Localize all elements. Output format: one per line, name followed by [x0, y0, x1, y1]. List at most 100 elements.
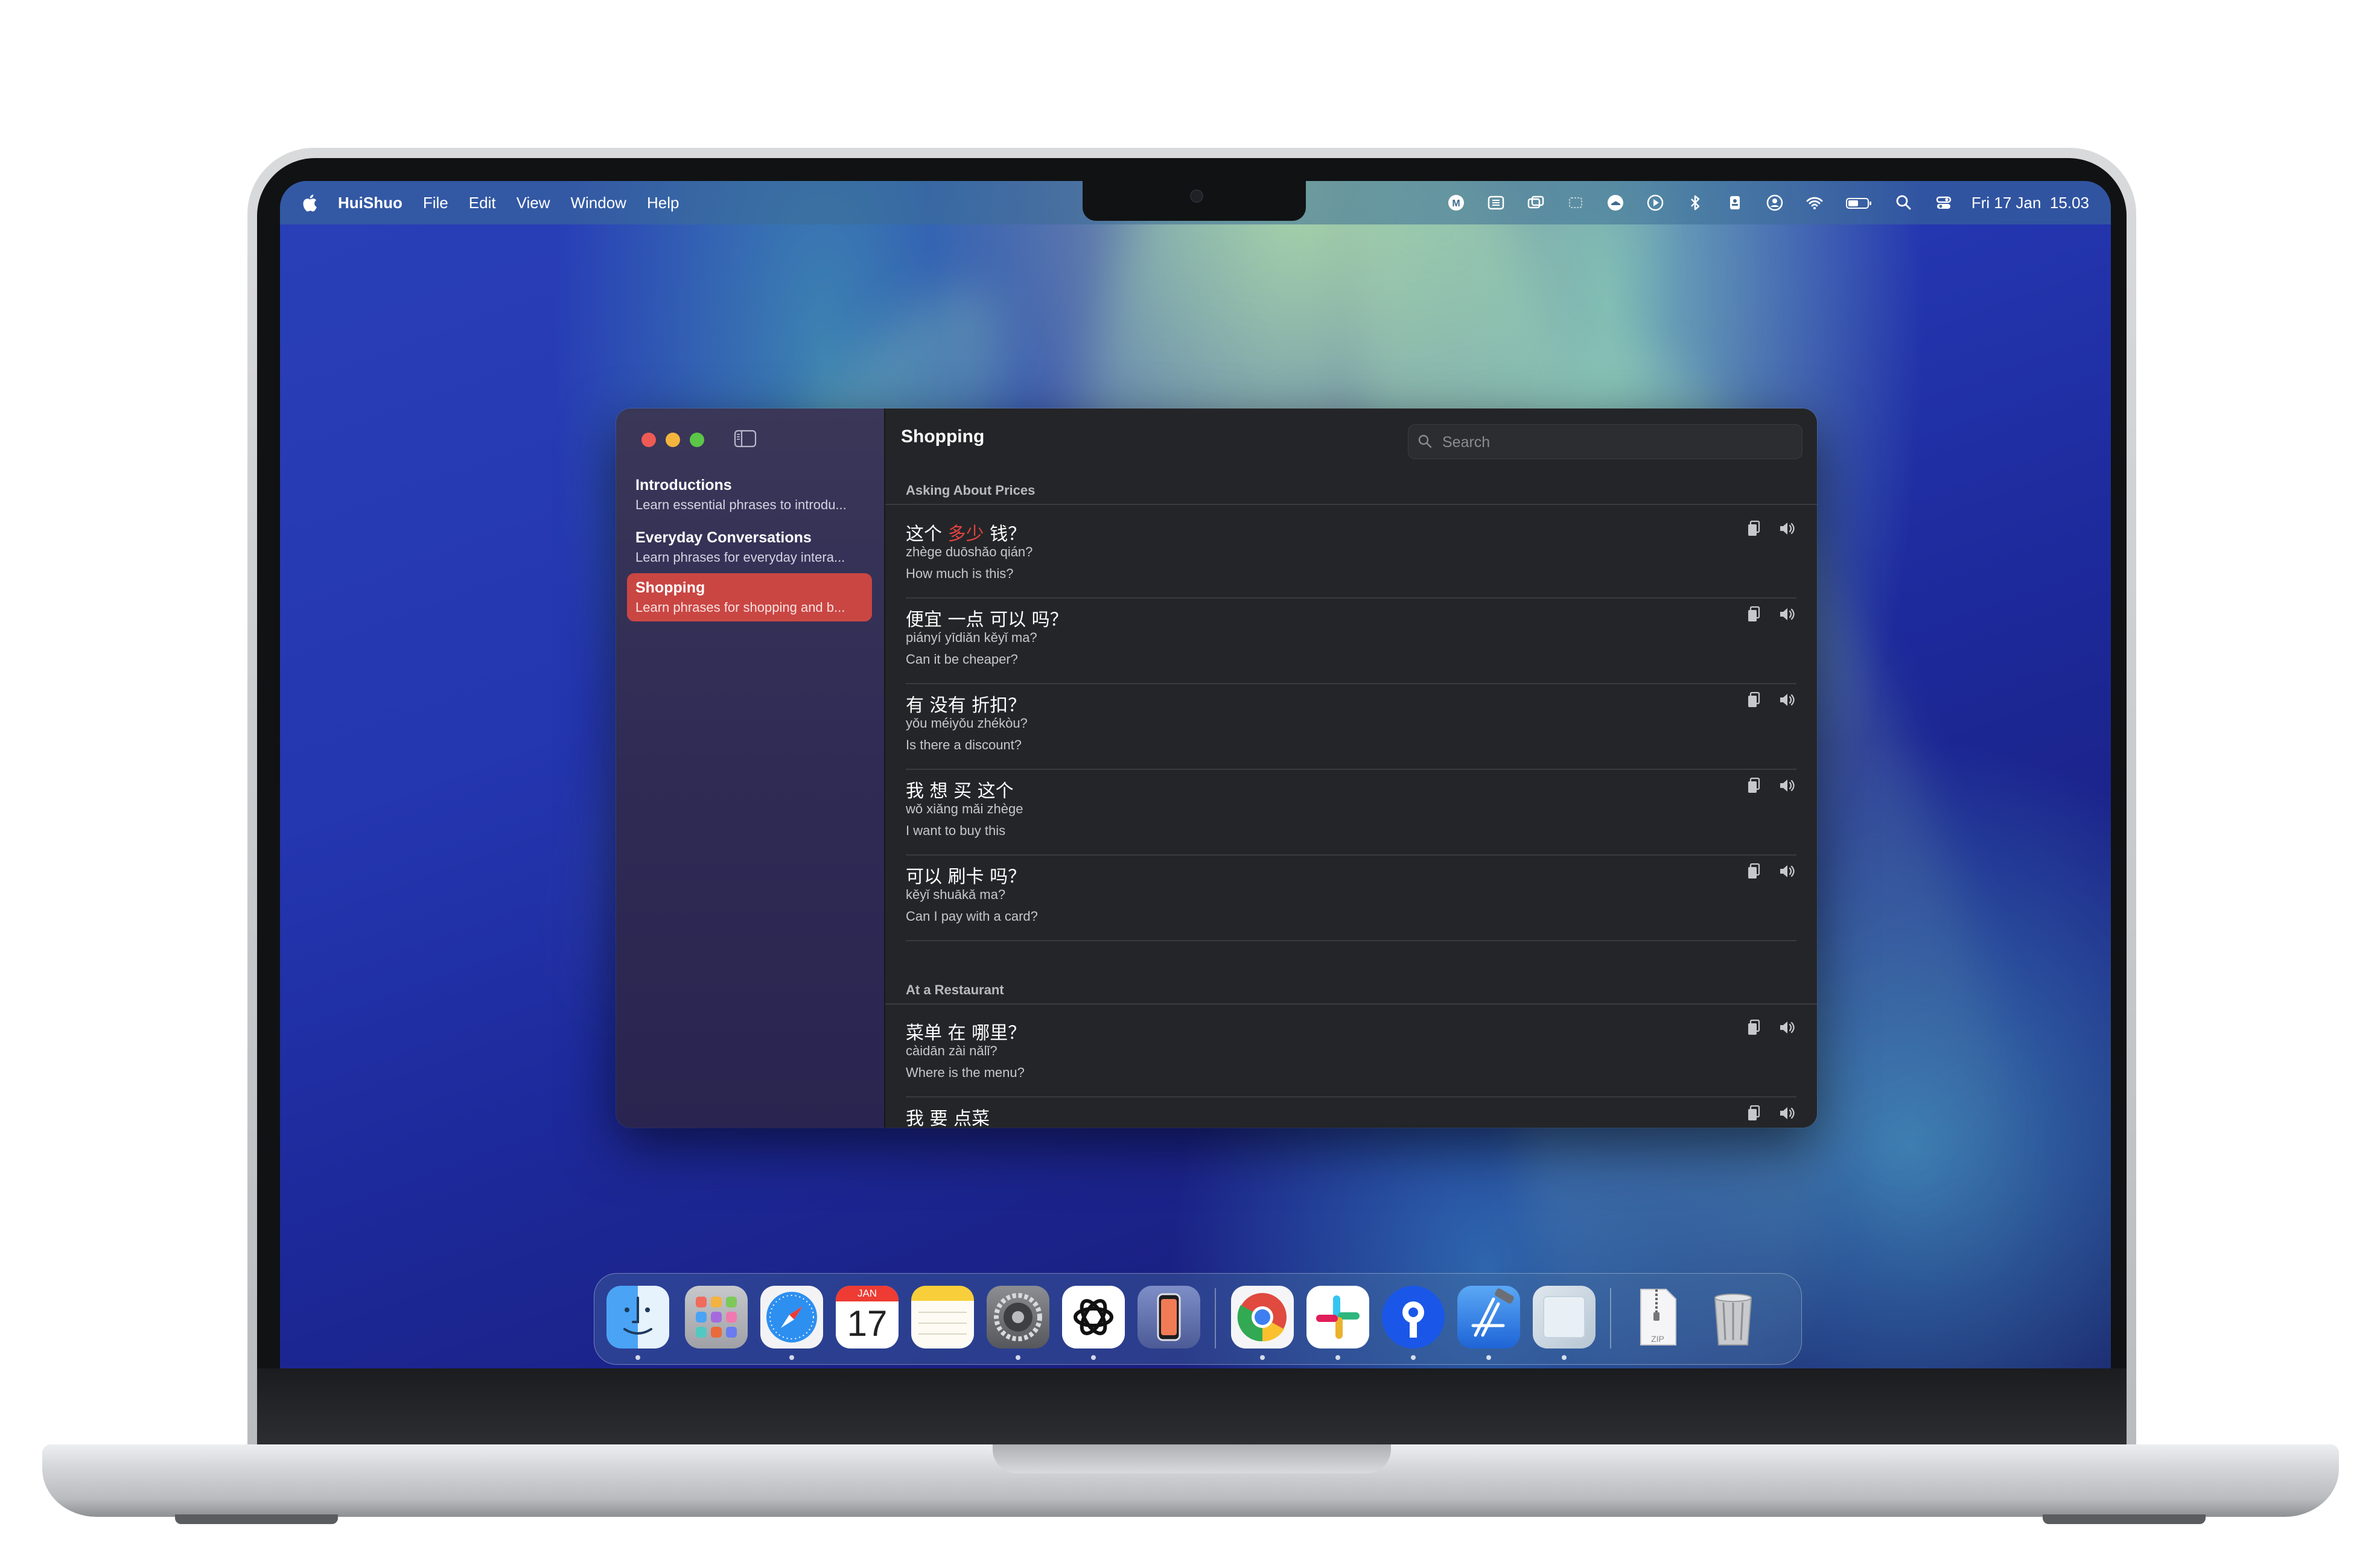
preview-icon[interactable] — [1533, 1286, 1596, 1348]
running-indicator — [1091, 1355, 1096, 1360]
speaker-icon[interactable] — [1777, 862, 1796, 881]
search-input[interactable] — [1441, 430, 1793, 455]
running-indicator — [1562, 1355, 1567, 1360]
phrase-english: Where is the menu? — [906, 1065, 1025, 1080]
phrase-pinyin: piányí yīdiǎn kěyǐ ma? — [906, 630, 1037, 645]
sidebar-item-title: Shopping — [635, 579, 705, 596]
menu-help[interactable]: Help — [647, 194, 679, 212]
speaker-icon[interactable] — [1777, 1104, 1796, 1123]
safari-icon[interactable] — [760, 1286, 823, 1348]
hanzi-highlight: 多少 — [947, 524, 984, 545]
copy-icon[interactable] — [1745, 1104, 1764, 1123]
phrase-actions — [1745, 605, 1796, 624]
hanzi-text: 我 要 点菜 — [906, 1108, 990, 1128]
phrase-english: How much is this? — [906, 566, 1014, 581]
zip-label: ZIP — [1651, 1334, 1664, 1344]
menu-window[interactable]: Window — [570, 194, 626, 212]
copy-icon[interactable] — [1745, 1018, 1764, 1037]
menu-app-name[interactable]: HuiShuo — [338, 194, 402, 212]
xcode-icon[interactable] — [1457, 1286, 1520, 1348]
running-indicator — [1411, 1355, 1416, 1360]
phrase-row[interactable]: 菜单 在 哪里？ càidān zài nǎlǐ? Where is the m… — [906, 1018, 1796, 1104]
phrase-hanzi: 可以 刷卡 吗？ — [906, 862, 1026, 888]
phrase-pinyin: kěyǐ shuākǎ ma? — [906, 887, 1006, 902]
menu-file[interactable]: File — [423, 194, 448, 212]
speaker-icon[interactable] — [1777, 690, 1796, 710]
copy-icon[interactable] — [1745, 519, 1764, 538]
status-cloud-icon[interactable] — [1603, 191, 1628, 215]
speaker-icon[interactable] — [1777, 519, 1796, 538]
phrase-hanzi: 我 想 买 这个 — [906, 776, 1014, 802]
sidebar-item-introductions[interactable]: Introductions Learn essential phrases to… — [627, 471, 872, 519]
sidebar-item-everyday-conversations[interactable]: Everyday Conversations Learn phrases for… — [627, 523, 872, 571]
close-window-button[interactable] — [641, 433, 656, 447]
speaker-icon[interactable] — [1777, 1018, 1796, 1037]
phrase-row[interactable]: 我 想 买 这个 wǒ xiǎng mǎi zhège I want to bu… — [906, 776, 1796, 862]
phrase-row[interactable]: 有 没有 折扣？ yǒu méiyǒu zhékòu? Is there a d… — [906, 690, 1796, 776]
desktop-screen: HuiShuo File Edit View Window Help M Fri… — [280, 181, 2111, 1368]
wifi-icon[interactable] — [1802, 191, 1827, 215]
dock: JAN 17 ZIP — [594, 1273, 1802, 1365]
menu-view[interactable]: View — [517, 194, 550, 212]
phrase-row[interactable]: 便宜 一点 可以 吗？ piányí yīdiǎn kěyǐ ma? Can i… — [906, 605, 1796, 690]
apple-menu-icon[interactable] — [302, 194, 317, 212]
status-m-icon[interactable]: M — [1444, 191, 1468, 215]
menu-bar-clock[interactable]: Fri 17 Jan 15.03 — [1971, 194, 2089, 212]
slack-icon[interactable] — [1306, 1286, 1369, 1348]
zoom-window-button[interactable] — [690, 433, 704, 447]
minimize-window-button[interactable] — [666, 433, 680, 447]
iphone-mirroring-icon[interactable] — [1138, 1286, 1200, 1348]
row-divider — [906, 854, 1796, 856]
sidebar-item-shopping[interactable]: Shopping Learn phrases for shopping and … — [627, 573, 872, 621]
phrase-actions — [1745, 776, 1796, 795]
phrase-hanzi: 这个 多少 钱？ — [906, 519, 1026, 545]
battery-icon[interactable] — [1842, 191, 1876, 215]
chrome-icon[interactable] — [1231, 1286, 1294, 1348]
copy-icon[interactable] — [1745, 690, 1764, 710]
copy-icon[interactable] — [1745, 605, 1764, 624]
running-indicator — [1016, 1355, 1020, 1360]
phrase-actions — [1745, 1104, 1796, 1123]
hanzi-text: 可以 刷卡 吗？ — [906, 866, 1026, 888]
laptop-opening-notch — [993, 1444, 1391, 1473]
finder-icon[interactable] — [606, 1286, 669, 1348]
hanzi-text: 有 没有 折扣？ — [906, 695, 1026, 716]
sidebar-toggle-icon[interactable] — [734, 429, 757, 448]
speaker-icon[interactable] — [1777, 776, 1796, 795]
phrase-actions — [1745, 690, 1796, 710]
launchpad-icon[interactable] — [685, 1286, 748, 1348]
status-windows-icon[interactable] — [1524, 191, 1548, 215]
phrase-hanzi: 我 要 点菜 — [906, 1104, 990, 1128]
archive-zip-icon[interactable]: ZIP — [1626, 1286, 1689, 1348]
menu-edit[interactable]: Edit — [469, 194, 496, 212]
status-screen-icon[interactable] — [1564, 191, 1588, 215]
control-center-icon[interactable] — [1932, 191, 1956, 215]
location-app-icon[interactable] — [1382, 1286, 1445, 1348]
row-divider — [906, 597, 1796, 599]
calendar-icon[interactable]: JAN 17 — [836, 1286, 899, 1348]
status-play-icon[interactable] — [1643, 191, 1667, 215]
system-settings-icon[interactable] — [987, 1286, 1049, 1348]
phrase-row[interactable]: 可以 刷卡 吗？ kěyǐ shuākǎ ma? Can I pay with … — [906, 862, 1796, 947]
section-divider — [885, 1003, 1817, 1005]
phrase-row[interactable]: 我 要 点菜 — [906, 1104, 1796, 1128]
notes-icon[interactable] — [911, 1286, 974, 1348]
copy-icon[interactable] — [1745, 776, 1764, 795]
copy-icon[interactable] — [1745, 862, 1764, 881]
search-field[interactable] — [1408, 424, 1802, 459]
phrase-row[interactable]: 这个 多少 钱？ zhège duōshǎo qián? How much is… — [906, 519, 1796, 605]
hanzi-text-end: 钱？ — [984, 524, 1026, 545]
user-account-icon[interactable] — [1763, 191, 1787, 215]
phrase-actions — [1745, 519, 1796, 538]
phrase-actions — [1745, 1018, 1796, 1037]
status-grid-icon[interactable] — [1484, 191, 1508, 215]
status-id-icon[interactable] — [1723, 191, 1747, 215]
running-indicator — [635, 1355, 640, 1360]
speaker-icon[interactable] — [1777, 605, 1796, 624]
hanzi-text: 我 想 买 这个 — [906, 781, 1014, 802]
camera-icon — [1190, 189, 1203, 203]
spotlight-search-icon[interactable] — [1892, 191, 1916, 215]
trash-icon[interactable] — [1702, 1286, 1764, 1348]
chatgpt-icon[interactable] — [1062, 1286, 1125, 1348]
bluetooth-icon[interactable] — [1683, 191, 1707, 215]
